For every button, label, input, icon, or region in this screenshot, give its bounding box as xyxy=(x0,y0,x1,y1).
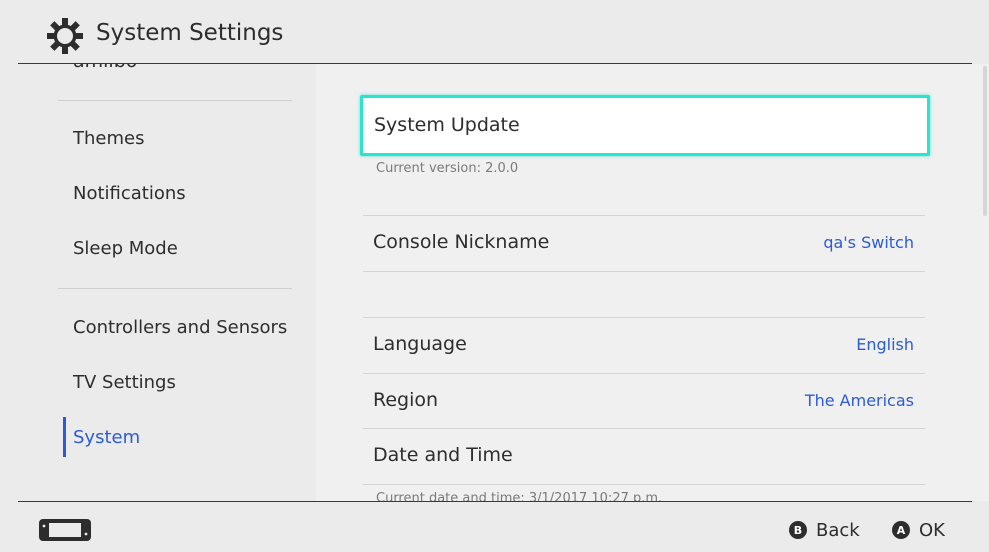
sidebar-item-notifications[interactable]: Notifications xyxy=(73,183,186,204)
sidebar-divider xyxy=(58,100,292,101)
console-nickname-label: Console Nickname xyxy=(373,231,550,253)
gear-icon xyxy=(46,17,84,55)
sidebar-item-amiibo[interactable]: amiibo xyxy=(73,64,137,72)
language-label: Language xyxy=(373,333,467,355)
ok-button[interactable]: A OK xyxy=(892,518,945,542)
sidebar-item-tv-settings[interactable]: TV Settings xyxy=(73,372,176,393)
back-label: Back xyxy=(816,519,860,541)
system-update-button[interactable]: System Update xyxy=(360,95,930,156)
header: System Settings xyxy=(0,0,989,64)
current-date-time-text: Current date and time: 3/1/2017 10:27 p.… xyxy=(376,491,663,501)
sidebar-item-controllers-and-sensors[interactable]: Controllers and Sensors xyxy=(73,317,287,338)
console-icon xyxy=(38,518,92,542)
region-value: The Americas xyxy=(804,391,914,410)
sidebar-item-themes[interactable]: Themes xyxy=(73,128,144,149)
language-value: English xyxy=(856,335,914,354)
region-row[interactable]: Region The Americas xyxy=(363,374,926,429)
sidebar-item-system[interactable]: System xyxy=(73,427,140,448)
back-button[interactable]: B Back xyxy=(789,518,860,542)
settings-panel: System Update Current version: 2.0.0 Con… xyxy=(316,64,989,501)
scrollbar-thumb[interactable] xyxy=(983,66,987,216)
date-and-time-label: Date and Time xyxy=(373,444,513,466)
system-update-label: System Update xyxy=(374,114,520,136)
console-nickname-row[interactable]: Console Nickname qa's Switch xyxy=(363,216,926,271)
footer: B Back A OK xyxy=(0,502,989,552)
current-version-text: Current version: 2.0.0 xyxy=(376,161,519,176)
ok-label: OK xyxy=(919,519,945,541)
b-button-icon: B xyxy=(789,521,807,539)
sidebar-item-sleep-mode[interactable]: Sleep Mode xyxy=(73,238,178,259)
sidebar: amiibo Themes Notifications Sleep Mode C… xyxy=(0,64,316,501)
a-button-icon: A xyxy=(892,521,910,539)
region-label: Region xyxy=(373,389,439,411)
row-divider xyxy=(363,484,925,485)
date-and-time-row[interactable]: Date and Time xyxy=(363,429,926,484)
row-divider xyxy=(363,271,925,272)
sidebar-active-indicator xyxy=(63,417,66,457)
page-title: System Settings xyxy=(96,20,284,46)
console-nickname-value: qa's Switch xyxy=(823,233,914,252)
sidebar-divider xyxy=(58,288,292,289)
language-row[interactable]: Language English xyxy=(363,318,926,373)
